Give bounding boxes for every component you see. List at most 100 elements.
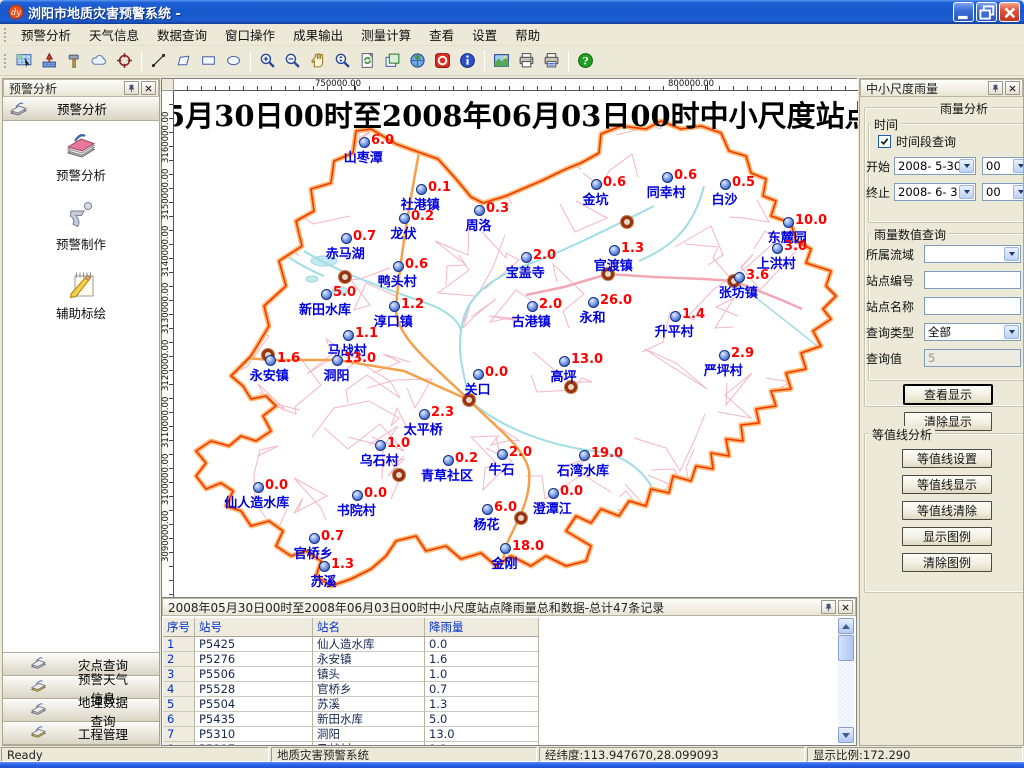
left-section-header[interactable]: 预警分析: [3, 97, 159, 121]
column-header-站名[interactable]: 站名: [313, 618, 425, 637]
field-input-查询值[interactable]: 5: [924, 349, 1021, 367]
hammer-icon[interactable]: [62, 48, 87, 73]
station-name: 同幸村: [647, 182, 686, 201]
field-select-查询类型[interactable]: 全部: [924, 323, 1021, 341]
station-rainfall-value: 5.0: [333, 285, 356, 300]
chevron-down-icon[interactable]: [959, 159, 974, 173]
station-rainfall-value: 0.6: [603, 175, 626, 190]
column-header-降雨量[interactable]: 降雨量: [425, 618, 539, 637]
table-cell: 8: [163, 742, 195, 745]
date-select[interactable]: 2008- 5-30: [894, 157, 976, 175]
column-header-序号[interactable]: 序号: [163, 618, 195, 637]
station-name: 宝盖寺: [506, 262, 545, 281]
button-清除图例[interactable]: 清除图例: [902, 553, 992, 572]
menu-item-窗口操作[interactable]: 窗口操作: [216, 23, 284, 46]
chevron-down-icon[interactable]: [959, 185, 974, 199]
table-row[interactable]: 8P5317马战村1.1: [163, 742, 855, 745]
table-row[interactable]: 2P5276永安镇1.6: [163, 652, 855, 667]
chevron-down-icon[interactable]: [1004, 247, 1019, 261]
legend-icon[interactable]: [489, 48, 514, 73]
zoom-in-icon[interactable]: [255, 48, 280, 73]
hour-select[interactable]: 00: [982, 157, 1024, 175]
field-input-站点名称[interactable]: [924, 297, 1021, 315]
left-tool-辅助标绘[interactable]: 辅助标绘: [3, 267, 159, 322]
map-canvas[interactable]: 5月30日00时至2008年06月03日00时中小尺度站点降雨量 山枣潭6.0社…: [174, 91, 858, 597]
globe-icon[interactable]: [405, 48, 430, 73]
stop-icon[interactable]: [430, 48, 455, 73]
ruler-label: 3100000.00: [161, 454, 171, 505]
close-icon[interactable]: [141, 81, 156, 95]
table-row[interactable]: 1P5425仙人造水库0.0: [163, 637, 855, 652]
menu-item-测量计算[interactable]: 测量计算: [352, 23, 420, 46]
table-row[interactable]: 4P5528官桥乡0.7: [163, 682, 855, 697]
menu-item-设置[interactable]: 设置: [463, 23, 506, 46]
menu-item-预警分析[interactable]: 预警分析: [12, 23, 80, 46]
ellipse-icon[interactable]: [221, 48, 246, 73]
button-显示图例[interactable]: 显示图例: [902, 527, 992, 546]
chevron-down-icon[interactable]: [1013, 185, 1024, 199]
zoom-extent-icon[interactable]: [330, 48, 355, 73]
pan-icon[interactable]: [305, 48, 330, 73]
print-color-icon[interactable]: [539, 48, 564, 73]
polygon-icon[interactable]: [171, 48, 196, 73]
close-icon[interactable]: [1005, 81, 1020, 95]
help-icon[interactable]: ?: [573, 48, 598, 73]
table-scrollbar[interactable]: [838, 618, 854, 743]
menu-item-查看[interactable]: 查看: [420, 23, 463, 46]
rain-value-query-label: 雨量数值查询: [871, 226, 949, 243]
time-range-checkbox[interactable]: [878, 135, 891, 148]
zoom-out-icon[interactable]: [280, 48, 305, 73]
column-header-站号[interactable]: 站号: [195, 618, 313, 637]
pin-icon[interactable]: [988, 81, 1003, 95]
field-input-站点编号[interactable]: [924, 271, 1021, 289]
chevron-down-icon[interactable]: [1013, 159, 1024, 173]
button-等值线显示[interactable]: 等值线显示: [902, 475, 992, 494]
nav-item-地理数据查询[interactable]: 地理数据查询: [3, 699, 159, 722]
table-row[interactable]: 3P5506镇头1.0: [163, 667, 855, 682]
station-rainfall-value: 0.0: [265, 478, 288, 493]
station-rainfall-value: 0.0: [560, 484, 583, 499]
date-select[interactable]: 2008- 6- 3: [894, 183, 976, 201]
restore-button[interactable]: [976, 2, 997, 22]
toolbar-grip-handle[interactable]: [3, 53, 8, 69]
map-select-icon[interactable]: [12, 48, 37, 73]
info-icon[interactable]: [455, 48, 480, 73]
close-icon[interactable]: [838, 600, 853, 614]
nav-item-工程管理[interactable]: 工程管理: [3, 722, 159, 745]
paint-icon[interactable]: [37, 48, 62, 73]
station-rainfall-value: 1.2: [401, 297, 424, 312]
left-tool-预警分析[interactable]: 预警分析: [3, 129, 159, 184]
ruler-label: 3120000.00: [161, 340, 171, 391]
table-cell: 新田水库: [313, 712, 425, 727]
table-row[interactable]: 6P5435新田水库5.0: [163, 712, 855, 727]
chevron-down-icon[interactable]: [1004, 325, 1019, 339]
scroll-thumb[interactable]: [838, 635, 854, 661]
cloud-icon[interactable]: [87, 48, 112, 73]
pin-icon[interactable]: [821, 600, 836, 614]
line-icon[interactable]: [146, 48, 171, 73]
field-select-所属流域[interactable]: [924, 245, 1021, 263]
menu-item-数据查询[interactable]: 数据查询: [148, 23, 216, 46]
station-rainfall-value: 13.0: [571, 352, 603, 367]
pin-icon[interactable]: [124, 81, 139, 95]
left-tool-预警制作[interactable]: 预警制作: [3, 198, 159, 253]
rectangle-icon[interactable]: [196, 48, 221, 73]
button-查看显示[interactable]: 查看显示: [904, 385, 992, 404]
layers-icon[interactable]: [380, 48, 405, 73]
table-row[interactable]: 7P5310洞阳13.0: [163, 727, 855, 742]
menu-item-天气信息[interactable]: 天气信息: [80, 23, 148, 46]
button-等值线设置[interactable]: 等值线设置: [902, 449, 992, 468]
scroll-up-icon[interactable]: [838, 618, 854, 634]
close-button[interactable]: [999, 2, 1020, 22]
refresh-icon[interactable]: [355, 48, 380, 73]
minimize-button[interactable]: [953, 2, 974, 22]
table-row[interactable]: 5P5504苏溪1.3: [163, 697, 855, 712]
scroll-down-icon[interactable]: [838, 727, 854, 743]
center-icon[interactable]: [112, 48, 137, 73]
menu-item-成果输出[interactable]: 成果输出: [284, 23, 352, 46]
print-icon[interactable]: [514, 48, 539, 73]
menu-grip-handle[interactable]: [3, 27, 8, 43]
button-等值线清除[interactable]: 等值线清除: [902, 501, 992, 520]
hour-select[interactable]: 00: [982, 183, 1024, 201]
menu-item-帮助[interactable]: 帮助: [506, 23, 549, 46]
